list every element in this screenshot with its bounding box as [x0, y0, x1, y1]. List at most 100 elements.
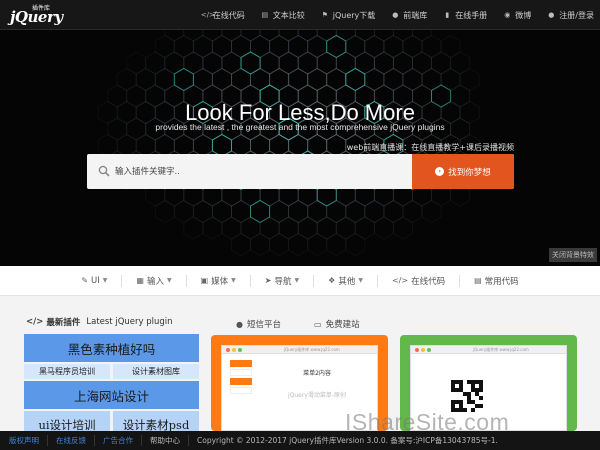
ad-link[interactable]: 黑马程序员培训 [24, 364, 110, 379]
category-label: 常用代码 [484, 276, 519, 287]
nav-label: 在线代码 [212, 10, 245, 20]
nav-frontend-lib[interactable]: ● 前端库 [391, 10, 427, 21]
search-button-label: 找到你梦想 [448, 167, 491, 178]
category-media[interactable]: ▣ 媒体 ▼ [185, 274, 250, 287]
hexagon-shape [183, 216, 204, 240]
dropbox-icon: ❖ [328, 276, 336, 285]
nav-label: 注册/登录 [559, 10, 594, 20]
search-icon [98, 165, 110, 177]
hexagon-shape [154, 199, 175, 224]
preview-url: jQuery插件库 www.jq22.com [473, 347, 529, 352]
hexagon-shape [240, 30, 261, 42]
window-dot [427, 348, 431, 352]
hexagon-shape [269, 232, 290, 257]
link-label: 短信平台 [246, 320, 281, 330]
hexagon-shape [412, 30, 432, 42]
nav-label: jQuery下载 [332, 10, 376, 20]
latest-plugins-heading: </> 最新插件 Latest jQuery plugin [26, 316, 173, 328]
search-bar: › 找到你梦想 [87, 154, 514, 189]
section-title: 最新插件 [46, 318, 81, 328]
free-website-link[interactable]: ▭ 免费建站 [314, 318, 360, 331]
hexagon-shape [231, 232, 251, 257]
user-icon: ● [392, 11, 399, 19]
category-menu: ✎ UI ▼ ▦ 输入 ▼ ▣ 媒体 ▼ ➤ 导航 ▼ ❖ 其他 ▼ </> 在… [0, 266, 600, 296]
category-other[interactable]: ❖ 其他 ▼ [313, 274, 377, 287]
film-icon: ▣ [200, 276, 209, 285]
nav-online-manual[interactable]: ▮ 在线手册 [443, 10, 487, 21]
hexagon-shape [278, 30, 299, 42]
footer-link-copyright[interactable]: 版权声明 [0, 435, 48, 446]
window-dot [421, 348, 425, 352]
category-online-code[interactable]: </> 在线代码 [376, 274, 459, 287]
document-icon: ▤ [261, 11, 269, 19]
hexagon-shape [259, 30, 280, 42]
window-dot [415, 348, 419, 352]
section-subtitle: Latest jQuery plugin [86, 317, 173, 327]
flag-icon: ⚑ [321, 11, 328, 19]
chevron-down-icon: ▼ [166, 277, 172, 284]
hexagon-shape [373, 216, 394, 240]
site-logo[interactable]: jQuery 插件库 [10, 5, 66, 26]
footer: 版权声明 在线反馈 广告合作 帮助中心 Copyright © 2012-201… [0, 431, 600, 450]
footer-link-help[interactable]: 帮助中心 [142, 435, 189, 446]
hexagon-shape [316, 30, 337, 42]
menu-bar [230, 387, 252, 394]
category-ui[interactable]: ✎ UI ▼ [67, 276, 121, 286]
menu-bar [230, 378, 252, 385]
send-icon: ➤ [264, 276, 272, 285]
nav-register-login[interactable]: ● 注册/登录 [547, 10, 594, 21]
weibo-icon: ◉ [504, 11, 511, 19]
hexagon-shape [250, 232, 271, 257]
hero-banner: Look For Less,Do More provides the lates… [0, 30, 600, 266]
hexagon-shape [221, 30, 242, 42]
category-navigation[interactable]: ➤ 导航 ▼ [249, 274, 313, 287]
nav-text-compare[interactable]: ▤ 文本比较 [261, 10, 304, 21]
top-nav-menu: </> 在线代码 ▤ 文本比较 ⚑ jQuery下载 ● 前端库 ▮ 在线手册 … [185, 0, 594, 30]
chevron-down-icon: ▼ [231, 277, 236, 284]
search-button[interactable]: › 找到你梦想 [412, 154, 514, 189]
chevron-down-icon: ▼ [358, 277, 363, 284]
nav-label: 微博 [515, 10, 532, 20]
link-label: 免费建站 [325, 320, 360, 330]
category-common-code[interactable]: ▤ 常用代码 [459, 274, 533, 287]
book-icon: ▮ [445, 11, 450, 19]
search-input[interactable] [115, 154, 405, 189]
category-label: 其他 [338, 276, 356, 287]
promo-link[interactable]: web前端直播课：在线直播教学+课后录播视频 [347, 142, 514, 153]
ad-link[interactable]: 设计素材图库 [113, 364, 199, 379]
chat-icon: ● [236, 319, 243, 329]
hexagon-shape [164, 30, 185, 42]
hexagon-shape [202, 30, 223, 42]
hexagon-shape [392, 216, 413, 240]
preview-content-sub: jQuery滑动菜单-原创 [287, 392, 347, 399]
hexagon-shape [335, 30, 356, 42]
arrow-right-circle-icon: › [435, 167, 445, 176]
preview-menu [230, 360, 252, 400]
hexagon-shape [392, 30, 413, 42]
footer-link-feedback[interactable]: 在线反馈 [48, 435, 95, 446]
code-icon: </> [26, 317, 44, 327]
category-label: 媒体 [211, 276, 229, 287]
hexagon-shape [202, 216, 223, 240]
hexagon-shape [297, 30, 318, 42]
top-navbar: jQuery 插件库 </> 在线代码 ▤ 文本比较 ⚑ jQuery下载 ● … [0, 0, 600, 30]
nav-weibo[interactable]: ◉ 微博 [503, 10, 531, 21]
nav-online-code[interactable]: </> 在线代码 [201, 10, 245, 21]
hero-subtitle: provides the latest , the greatest and t… [155, 122, 445, 132]
code-icon: </> [391, 276, 409, 285]
sms-platform-link[interactable]: ● 短信平台 [236, 318, 281, 331]
nav-label: 在线手册 [455, 10, 488, 20]
browser-bar: jQuery插件库 www.jq22.com [222, 346, 377, 354]
ad-link[interactable]: 黑色素种植好吗 [24, 334, 199, 362]
nav-jquery-download[interactable]: ⚑ jQuery下载 [321, 10, 376, 21]
footer-link-ads[interactable]: 广告合作 [95, 435, 142, 446]
hexagon-shape [288, 232, 309, 257]
hexagon-shape [373, 30, 394, 42]
ad-link[interactable]: 上海网站设计 [24, 381, 199, 409]
chevron-down-icon: ▼ [294, 277, 300, 284]
ad-grid: 黑色素种植好吗 黑马程序员培训 设计素材图库 上海网站设计 ui设计培训 设计素… [24, 334, 199, 438]
hexagon-shape [183, 30, 204, 42]
category-input[interactable]: ▦ 输入 ▼ [121, 274, 185, 287]
code-icon: </> [200, 11, 215, 19]
close-bg-effect-button[interactable]: 关闭背景特效 [549, 248, 597, 262]
